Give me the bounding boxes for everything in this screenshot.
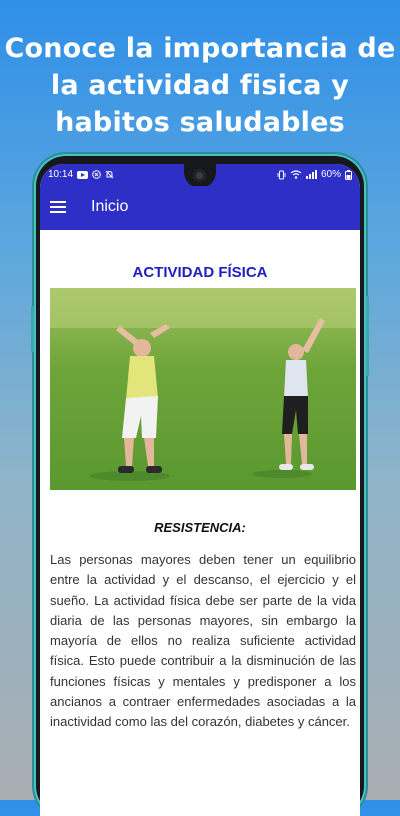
notification-icon: [92, 170, 101, 179]
front-camera-icon: [193, 169, 206, 182]
youtube-icon: [77, 170, 89, 179]
phone-side-button: [366, 296, 369, 376]
battery-level: 60%: [320, 169, 341, 180]
phone-frame: 10:14 60% Inicio ACTIVIDAD FÍSICA RESIST…: [31, 156, 369, 816]
phone-side-button: [31, 306, 34, 352]
section-subtitle: RESISTENCIA:: [154, 520, 246, 535]
wifi-icon: [290, 170, 302, 179]
app-bar: Inicio: [40, 186, 360, 230]
exercise-photo: [50, 288, 356, 490]
status-time: 10:14: [48, 169, 74, 180]
battery-icon: [345, 169, 352, 180]
hamburger-menu-icon[interactable]: [50, 201, 66, 213]
status-bar: 10:14 60%: [40, 164, 360, 188]
camera-notch: [184, 164, 216, 188]
bell-off-icon: [105, 170, 114, 179]
body-paragraph: Las personas mayores deben tener un equi…: [50, 552, 356, 730]
promo-title: Conoce la importancia de la actividad fi…: [4, 33, 396, 138]
seniors-stretching-image: [50, 288, 356, 481]
vibrate-icon: [277, 170, 286, 179]
signal-icon: [305, 170, 317, 179]
section-title: ACTIVIDAD FÍSICA: [132, 264, 268, 281]
app-bar-title: Inicio: [91, 198, 129, 215]
app-screen: 10:14 60% Inicio ACTIVIDAD FÍSICA RESIST…: [40, 164, 360, 816]
